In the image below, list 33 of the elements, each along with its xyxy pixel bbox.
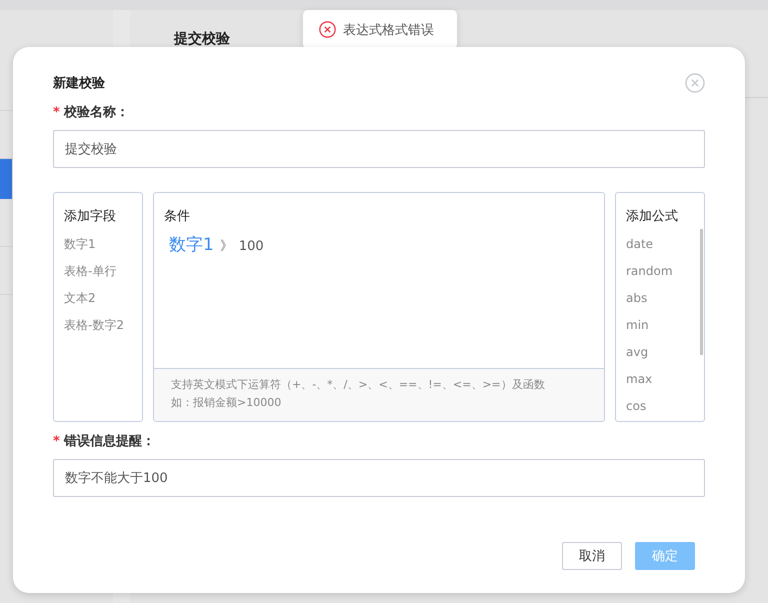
error-icon — [319, 21, 336, 38]
field-item[interactable]: 表格-单行 — [64, 262, 116, 280]
text-field[interactable]: 数字不能大于100 — [53, 459, 705, 497]
toast-message: 表达式格式错误 — [343, 22, 434, 38]
value-token: 100 — [238, 239, 264, 254]
dialog-title: 新建校验 — [53, 74, 105, 92]
field-item[interactable]: 数字1 — [64, 235, 96, 253]
formula-item[interactable]: min — [626, 316, 649, 334]
hint-text: 如：报销金额>10000 — [171, 395, 282, 410]
active-marker — [0, 159, 12, 199]
hint-text: 支持英文模式下运算符（+、-、*、/、>、<、==、!=、<=、>=）及函数 — [171, 377, 546, 392]
required-mark: * — [53, 104, 60, 120]
formula-item[interactable]: date — [626, 235, 654, 253]
text-field[interactable]: 提交校验 — [53, 130, 705, 168]
formula-item[interactable]: max — [626, 370, 652, 388]
formula-item[interactable]: cos — [626, 397, 646, 415]
scrollbar[interactable] — [700, 229, 703, 355]
operator-token: 》 — [220, 238, 233, 255]
panel-title: 条件 — [164, 208, 191, 225]
formula-item[interactable]: abs — [626, 289, 648, 307]
formula-item[interactable]: avg — [626, 343, 648, 361]
close-icon[interactable] — [685, 73, 705, 93]
field-item[interactable]: 文本2 — [64, 289, 96, 307]
field-label: 校验名称： — [64, 104, 129, 121]
field-token: 数字1 — [169, 234, 214, 256]
required-mark: * — [53, 434, 60, 448]
cancel-button[interactable]: 取消 — [562, 542, 622, 570]
field-label: 错误信息提醒： — [64, 433, 155, 450]
page-title: 提交校验 — [174, 31, 230, 47]
panel-title: 添加字段 — [64, 208, 117, 225]
formula-item[interactable]: random — [626, 262, 673, 280]
field-item[interactable]: 表格-数字2 — [64, 316, 124, 334]
panel-title: 添加公式 — [626, 208, 679, 225]
